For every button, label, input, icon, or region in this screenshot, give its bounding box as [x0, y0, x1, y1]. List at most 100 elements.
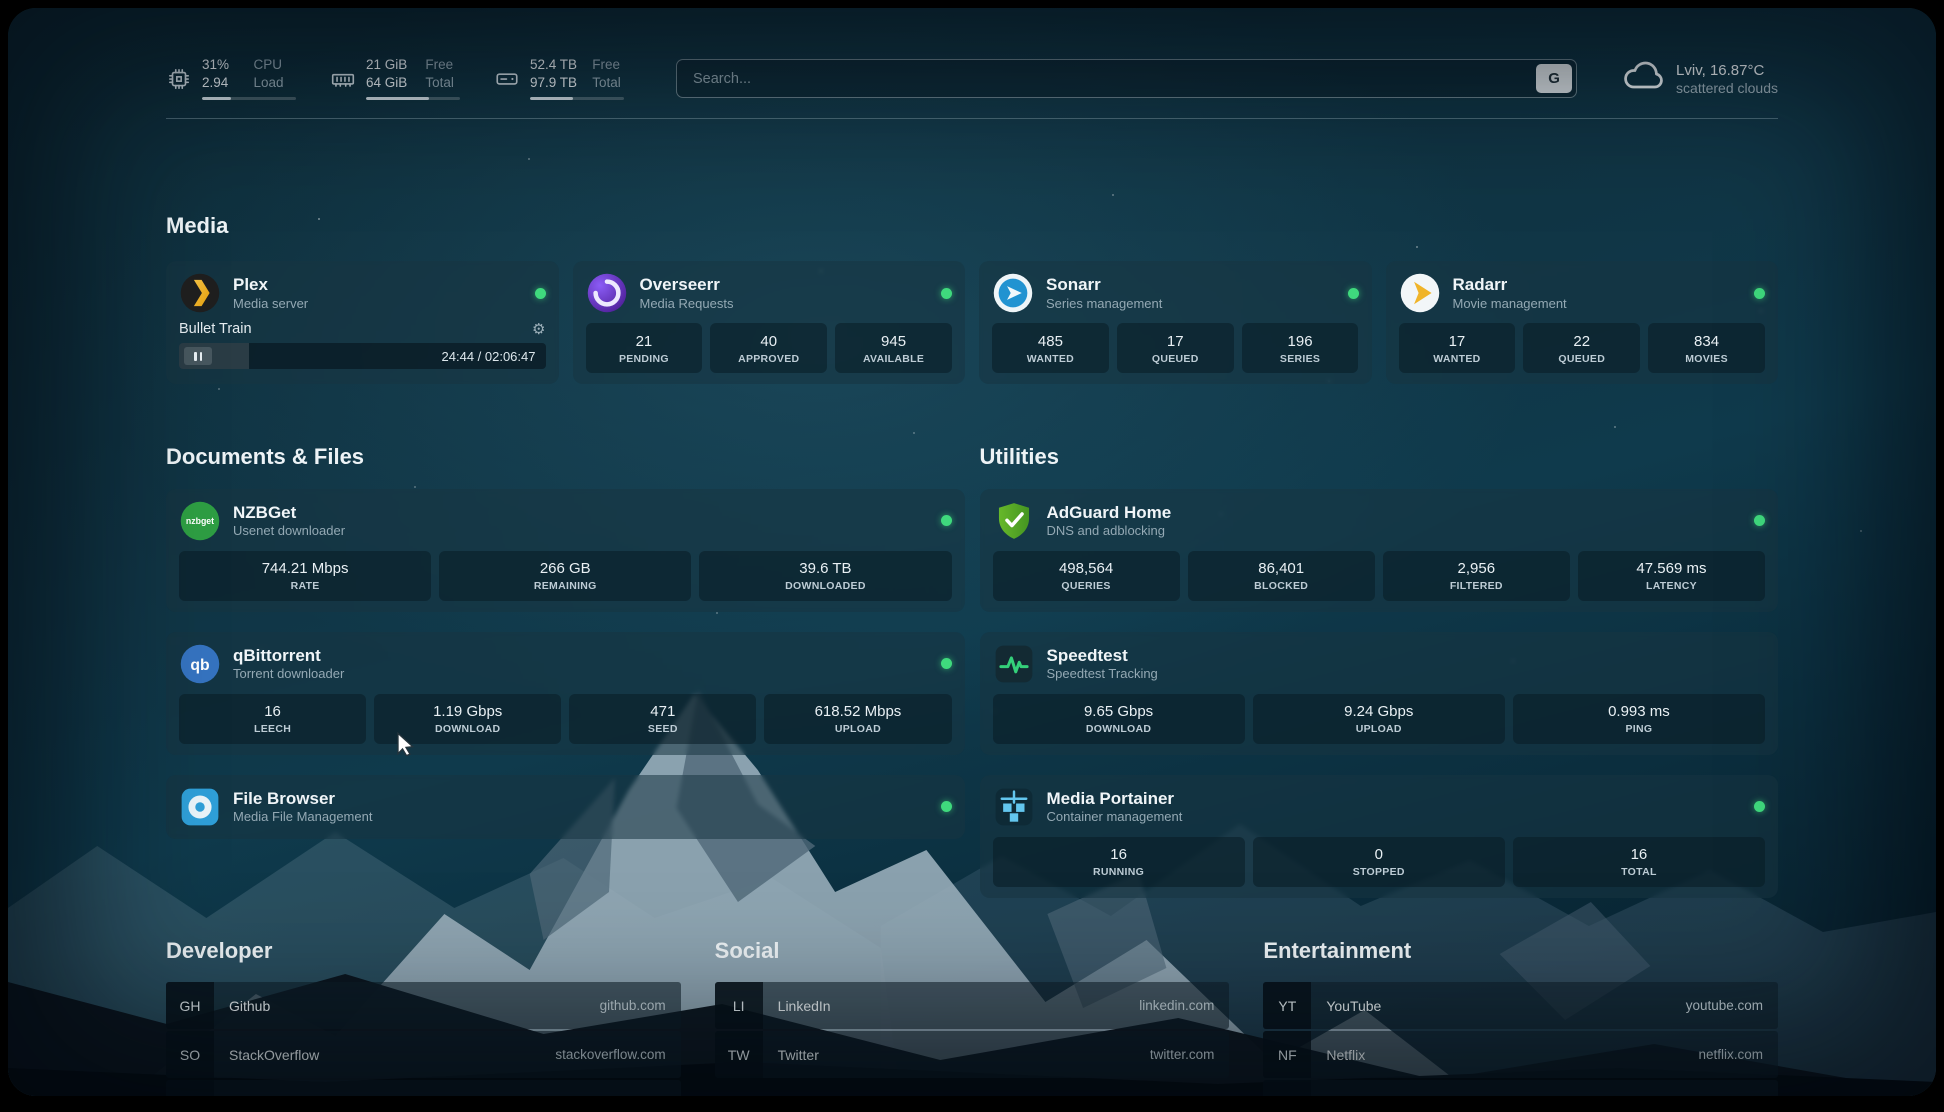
memory-meter	[366, 97, 460, 100]
section-title-media: Media	[166, 213, 1778, 239]
stat-series: 196 SERIES	[1242, 323, 1359, 373]
stat-label: SEED	[573, 723, 752, 735]
utilities-section: Utilities AdGuard Home	[980, 426, 1779, 898]
media-section: Plex Media server Bullet Train ⚙ 24:44 /…	[166, 261, 1778, 384]
bookmark-abbr: NF	[1263, 1031, 1311, 1078]
stat-value: 9.65 Gbps	[997, 703, 1241, 720]
service-card-nzbget[interactable]: nzbget NZBGet Usenet downloader 744.21 M…	[166, 489, 965, 612]
service-card-radarr[interactable]: Radarr Movie management 17 WANTED 22 QUE…	[1386, 261, 1779, 384]
bookmark-url: github.com	[600, 998, 666, 1013]
stat-value: 16	[183, 703, 362, 720]
status-dot	[1348, 288, 1359, 299]
service-subtitle: DNS and adblocking	[1047, 523, 1172, 538]
bookmark-name: DEV	[229, 1096, 258, 1097]
service-card-portainer[interactable]: Media Portainer Container management 16 …	[980, 775, 1779, 898]
disk-total-value: 97.9 TB	[530, 75, 580, 92]
bookmark-youtube[interactable]: YT YouTube youtube.com	[1263, 982, 1778, 1029]
stat-rate: 744.21 Mbps RATE	[179, 551, 431, 601]
bookmarks-developer: Developer GH Github github.com SO StackO…	[166, 920, 681, 1097]
search-input[interactable]	[676, 59, 1577, 98]
stat-running: 16 RUNNING	[993, 837, 1245, 887]
stat-value: 485	[996, 333, 1105, 350]
bookmark-url: stackoverflow.com	[555, 1047, 665, 1062]
pause-button[interactable]	[184, 347, 212, 365]
stat-label: QUEUED	[1527, 353, 1636, 365]
bookmark-abbr: TW	[715, 1031, 763, 1078]
stat-label: REMAINING	[443, 580, 687, 592]
bookmarks-entertainment: Entertainment YT YouTube youtube.com NF …	[1263, 920, 1778, 1097]
stat-value: 471	[573, 703, 752, 720]
memory-total-value: 64 GiB	[366, 75, 413, 92]
status-dot	[1754, 288, 1765, 299]
bookmark-github[interactable]: GH Github github.com	[166, 982, 681, 1029]
qbittorrent-icon: qb	[179, 643, 221, 685]
sonarr-icon	[992, 272, 1034, 314]
stat-label: RUNNING	[997, 866, 1241, 878]
stat-label: LEECH	[183, 723, 362, 735]
service-name: AdGuard Home	[1047, 503, 1172, 523]
bookmark-stackoverflow[interactable]: SO StackOverflow stackoverflow.com	[166, 1031, 681, 1078]
search-provider-button[interactable]: G	[1536, 64, 1572, 93]
stat-label: DOWNLOADED	[703, 580, 947, 592]
weather-widget[interactable]: Lviv, 16.87°C scattered clouds	[1621, 54, 1778, 103]
bookmark-twitter[interactable]: TW Twitter twitter.com	[715, 1031, 1230, 1078]
settings-gear-icon[interactable]: ⚙	[532, 322, 545, 337]
stat-label: LATENCY	[1582, 580, 1761, 592]
status-dot	[1754, 801, 1765, 812]
section-title-entertainment: Entertainment	[1263, 938, 1778, 964]
service-card-filebrowser[interactable]: File Browser Media File Management	[166, 775, 965, 839]
weather-location: Lviv, 16.87°C	[1676, 61, 1778, 81]
stat-label: TOTAL	[1517, 866, 1761, 878]
stat-label: WANTED	[996, 353, 1105, 365]
bookmark-abbr: GH	[166, 982, 214, 1029]
stat-movies: 834 MOVIES	[1648, 323, 1765, 373]
documents-section: Documents & Files nzbget NZBGet Usenet d	[166, 426, 965, 898]
stat-value: 834	[1652, 333, 1761, 350]
system-stats: 31% CPU 2.94 Load	[166, 57, 624, 100]
stat-value: 47.569 ms	[1582, 560, 1761, 577]
stat-queued: 17 QUEUED	[1117, 323, 1234, 373]
bookmark-abbr: LI	[715, 982, 763, 1029]
bookmark-netflix[interactable]: NF Netflix netflix.com	[1263, 1031, 1778, 1078]
stat-seed: 471 SEED	[569, 694, 756, 744]
cpu-meter	[202, 97, 296, 100]
bookmark-linkedin[interactable]: LI LinkedIn linkedin.com	[715, 982, 1230, 1029]
disk-free-value: 52.4 TB	[530, 57, 580, 74]
bookmark-name: Reddit	[1326, 1096, 1366, 1097]
memory-free-value: 21 GiB	[366, 57, 413, 74]
memory-total-label: Total	[425, 75, 460, 92]
service-subtitle: Speedtest Tracking	[1047, 666, 1158, 681]
service-subtitle: Torrent downloader	[233, 666, 344, 681]
stat-upload: 9.24 Gbps UPLOAD	[1253, 694, 1505, 744]
stat-label: BLOCKED	[1192, 580, 1371, 592]
svg-text:qb: qb	[190, 656, 209, 673]
stat-value: 196	[1246, 333, 1355, 350]
stat-value: 22	[1527, 333, 1636, 350]
bookmark-dev[interactable]: DT DEV dev.to	[166, 1080, 681, 1096]
service-subtitle: Media File Management	[233, 809, 372, 824]
stat-label: PING	[1517, 723, 1761, 735]
nzbget-icon: nzbget	[179, 500, 221, 542]
stat-label: QUERIES	[997, 580, 1176, 592]
service-subtitle: Series management	[1046, 296, 1162, 311]
service-card-plex[interactable]: Plex Media server Bullet Train ⚙ 24:44 /…	[166, 261, 559, 384]
service-card-overseerr[interactable]: Overseerr Media Requests 21 PENDING 40 A…	[573, 261, 966, 384]
stat-label: MOVIES	[1652, 353, 1761, 365]
section-title-documents: Documents & Files	[166, 444, 965, 470]
stat-label: QUEUED	[1121, 353, 1230, 365]
service-card-sonarr[interactable]: Sonarr Series management 485 WANTED 17 Q…	[979, 261, 1372, 384]
service-card-qbittorrent[interactable]: qb qBittorrent Torrent downloader 16 LEE…	[166, 632, 965, 755]
service-name: Media Portainer	[1047, 789, 1183, 809]
service-subtitle: Container management	[1047, 809, 1183, 824]
stat-value: 16	[1517, 846, 1761, 863]
section-title-utilities: Utilities	[980, 444, 1779, 470]
stat-label: PENDING	[590, 353, 699, 365]
service-subtitle: Usenet downloader	[233, 523, 345, 538]
dashboard-window: 31% CPU 2.94 Load	[8, 8, 1936, 1096]
cpu-load-label: Load	[253, 75, 296, 92]
playback-progress-bar[interactable]: 24:44 / 02:06:47	[179, 343, 546, 369]
search-bar: G	[676, 59, 1577, 98]
service-card-adguard[interactable]: AdGuard Home DNS and adblocking 498,564 …	[980, 489, 1779, 612]
bookmark-reddit[interactable]: RE Reddit reddit.com	[1263, 1080, 1778, 1096]
service-card-speedtest[interactable]: Speedtest Speedtest Tracking 9.65 Gbps D…	[980, 632, 1779, 755]
